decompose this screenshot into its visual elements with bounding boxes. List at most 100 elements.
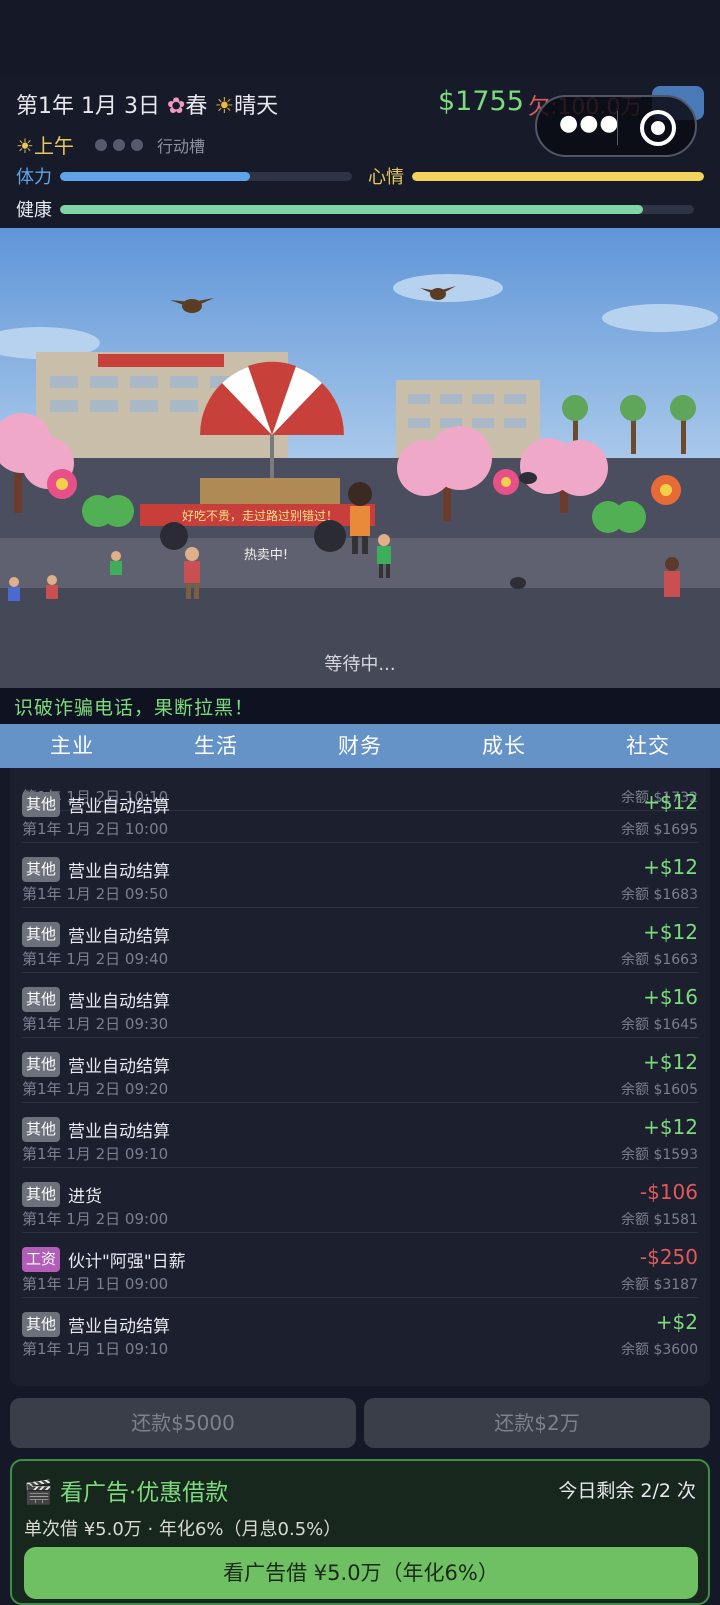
transaction-title: 伙计"阿强"日薪 — [68, 1252, 186, 1272]
building-sign — [98, 354, 224, 367]
category-badge: 其他 — [22, 1312, 61, 1337]
repay-5000-button[interactable]: 还款$5000 — [10, 1398, 356, 1448]
cart-sign-text: 好吃不贵，走过路过别错过！ — [182, 508, 338, 523]
pedestrian-figure — [46, 575, 58, 599]
date-text: 第1年 1月 3日 — [16, 94, 160, 119]
status-bar-area — [0, 0, 720, 78]
transaction-amount: +$12 — [643, 920, 698, 944]
transaction-title: 营业自动结算 — [68, 1057, 170, 1077]
mood-fill — [412, 172, 704, 181]
tab-finance[interactable]: 财务 — [288, 724, 432, 768]
miniprogram-capsule: ●●● — [535, 95, 697, 157]
transaction-time: 第1年 1月 2日 09:10 — [22, 1145, 169, 1163]
transaction-title: 营业自动结算 — [68, 1122, 170, 1142]
flower-icon — [493, 469, 519, 495]
clapperboard-icon: 🎬 — [24, 1480, 53, 1506]
tab-life[interactable]: 生活 — [144, 724, 288, 768]
weather-text: 晴天 — [234, 94, 279, 119]
stamina-label: 体力 — [16, 167, 52, 188]
transaction-amount: -$250 — [639, 1245, 698, 1269]
transaction-title: 营业自动结算 — [68, 927, 170, 947]
transaction-time: 第1年 1月 1日 09:00 — [22, 1275, 169, 1293]
list-item: 其他 营业自动结算 第1年 1月 2日 09:30 +$16 余额 $1645 — [22, 973, 698, 1038]
pigeon-icon — [510, 577, 526, 589]
transaction-time: 第1年 1月 2日 09:50 — [22, 885, 169, 903]
transaction-amount: +$12 — [643, 1115, 698, 1139]
transaction-balance: 余额 $1683 — [621, 887, 698, 903]
tab-social[interactable]: 社交 — [576, 724, 720, 768]
money-display: $1755 — [438, 86, 524, 117]
ad-loan-title-text: 看广告·优惠借款 — [59, 1480, 229, 1506]
category-badge: 工资 — [22, 1247, 61, 1272]
list-item: 其他 营业自动结算 第1年 1月 2日 09:50 +$12 余额 $1683 — [22, 843, 698, 908]
flower-icon — [47, 469, 77, 499]
sun-icon: ☀ — [16, 134, 34, 158]
street-illustration: 好吃不贵，走过路过别错过！ 热卖中! — [0, 228, 720, 688]
action-slot — [95, 139, 107, 151]
transaction-balance: 余额 $1645 — [621, 1017, 698, 1033]
sun-icon: ☀ — [214, 94, 235, 119]
category-badge: 其他 — [22, 1182, 61, 1207]
health-bar — [60, 205, 694, 214]
hot-sale-text: 热卖中! — [244, 548, 288, 563]
main-tabs: 主业 生活 财务 成长 社交 — [0, 724, 720, 768]
season-text: 春 — [185, 94, 208, 119]
pedestrian-figure — [110, 551, 122, 575]
mood-label: 心情 — [368, 167, 404, 188]
cloud — [602, 304, 718, 332]
transaction-time: 第1年 1月 2日 09:20 — [22, 1080, 169, 1098]
transaction-balance: 余额 $1581 — [621, 1212, 698, 1228]
ad-remaining-count: 今日剩余 2/2 次 — [558, 1480, 696, 1502]
list-item: 其他 营业自动结算 第1年 1月 2日 10:00 +$12 余额 $1695 — [22, 778, 698, 843]
tab-growth[interactable]: 成长 — [432, 724, 576, 768]
transaction-title: 营业自动结算 — [68, 862, 170, 882]
tab-main-job[interactable]: 主业 — [0, 724, 144, 768]
bush-icon — [592, 501, 646, 533]
curb — [0, 538, 720, 588]
list-item: 工资 伙计"阿强"日薪 第1年 1月 1日 09:00 -$250 余额 $31… — [22, 1233, 698, 1298]
transaction-list[interactable]: 第1年 1月 2日 10:10 余额 $1732 其他 营业自动结算 第1年 1… — [10, 768, 710, 1386]
transaction-title: 进货 — [68, 1187, 102, 1207]
action-slots — [95, 136, 149, 155]
list-item: 其他 营业自动结算 第1年 1月 1日 09:10 +$2 余额 $3600 — [22, 1298, 698, 1363]
transaction-amount: +$16 — [643, 985, 698, 1009]
transaction-amount: +$12 — [643, 790, 698, 814]
transaction-time: 第1年 1月 2日 09:30 — [22, 1015, 169, 1033]
list-item: 其他 营业自动结算 第1年 1月 2日 09:40 +$12 余额 $1663 — [22, 908, 698, 973]
flower-icon — [651, 475, 681, 505]
transaction-time: 第1年 1月 1日 09:10 — [22, 1340, 169, 1358]
transaction-title: 营业自动结算 — [68, 797, 170, 817]
transaction-balance: 余额 $3600 — [621, 1342, 698, 1358]
transaction-balance: 余额 $1695 — [621, 822, 698, 838]
capsule-divider — [617, 111, 618, 145]
transaction-amount: +$2 — [655, 1310, 698, 1334]
pedestrian-figure — [664, 557, 680, 597]
mood-bar — [412, 172, 704, 181]
ad-loan-terms: 单次借 ¥5.0万 · 年化6%（月息0.5%） — [24, 1519, 342, 1540]
transaction-balance: 余额 $1663 — [621, 952, 698, 968]
waiting-status: 等待中... — [324, 654, 396, 675]
transaction-time: 第1年 1月 2日 09:00 — [22, 1210, 169, 1228]
category-badge: 其他 — [22, 987, 61, 1012]
more-menu-icon[interactable]: ●●● — [559, 111, 620, 136]
transaction-title: 营业自动结算 — [68, 992, 170, 1012]
list-item: 其他 进货 第1年 1月 2日 09:00 -$106 余额 $1581 — [22, 1168, 698, 1233]
transaction-time: 第1年 1月 2日 10:00 — [22, 820, 169, 838]
tip-banner: 识破诈骗电话，果断拉黑！ — [0, 688, 720, 724]
blossom-icon: ✿ — [166, 94, 186, 119]
stamina-bar — [60, 172, 352, 181]
time-of-day: ☀上午 — [16, 130, 74, 159]
close-miniprogram-icon[interactable] — [640, 110, 676, 146]
repay-2w-button[interactable]: 还款$2万 — [364, 1398, 710, 1448]
date-weather-line: 第1年 1月 3日 ✿春 ☀晴天 — [16, 88, 278, 120]
pigeon-icon — [519, 472, 537, 484]
health-label: 健康 — [16, 200, 52, 221]
watch-ad-borrow-button[interactable]: 看广告借 ¥5.0万（年化6%） — [24, 1547, 698, 1599]
transaction-balance: 余额 $1605 — [621, 1082, 698, 1098]
transaction-amount: -$106 — [639, 1180, 698, 1204]
category-badge: 其他 — [22, 792, 61, 817]
health-fill — [60, 205, 644, 214]
category-badge: 其他 — [22, 857, 61, 882]
cloud — [393, 274, 503, 302]
ad-loan-title: 🎬 看广告·优惠借款 — [24, 1473, 228, 1507]
